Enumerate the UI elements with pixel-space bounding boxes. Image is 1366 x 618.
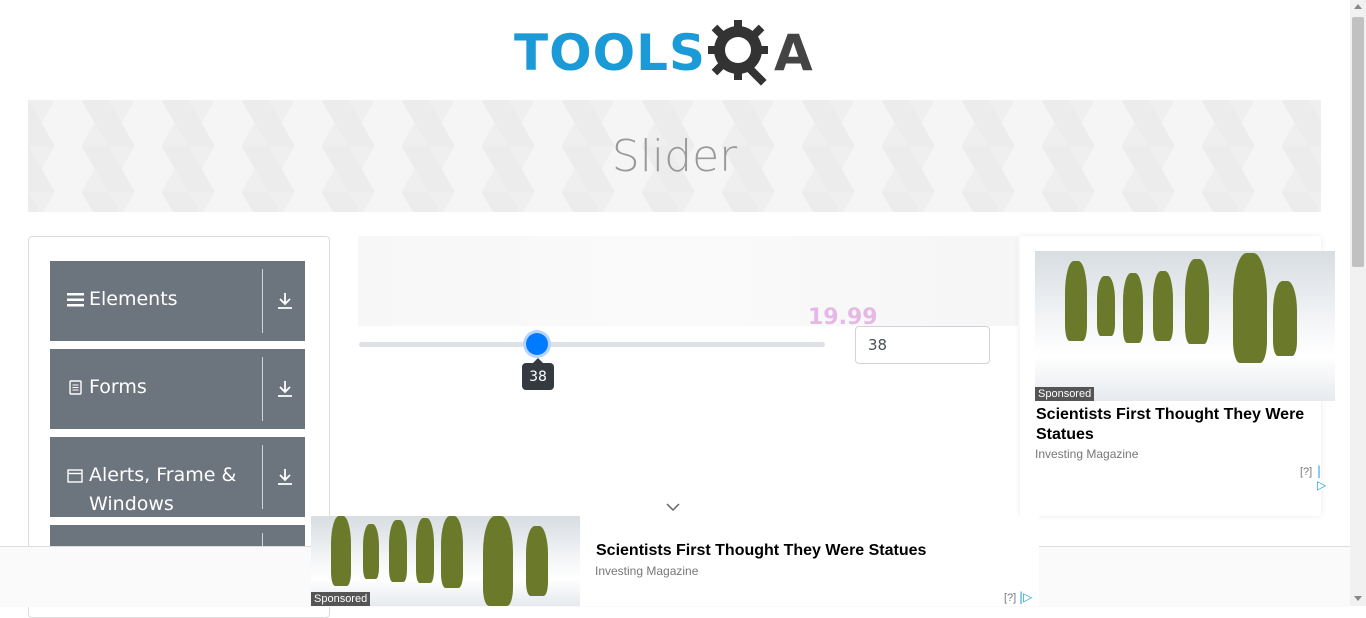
document-icon <box>66 373 84 402</box>
chevron-down-icon[interactable] <box>664 500 682 514</box>
ad-title[interactable]: Scientists First Thought They Were Statu… <box>596 542 926 560</box>
nav-group-label: Elements <box>89 288 178 310</box>
adchoices-icon[interactable]: |▷ <box>1317 464 1326 492</box>
slider-background <box>358 236 1018 326</box>
scrollbar-thumb[interactable] <box>1352 17 1364 267</box>
nav-group-label-line2: Windows <box>89 493 174 515</box>
gear-magnifier-icon <box>708 20 768 86</box>
ad-image[interactable]: Sponsored <box>1035 251 1335 401</box>
logo-suffix: A <box>774 24 813 82</box>
sidebar-ad[interactable]: Sponsored Scientists First Thought They … <box>1020 236 1335 516</box>
page-banner: Slider <box>28 100 1321 212</box>
adchoices-icon[interactable]: |▷ <box>1019 590 1032 604</box>
sponsored-badge: Sponsored <box>311 592 371 606</box>
nav-group-label: Alerts, Frame & Windows <box>89 461 305 519</box>
scroll-down-arrow-icon[interactable] <box>1354 596 1362 601</box>
divider <box>262 445 263 509</box>
ad-image[interactable]: Sponsored <box>311 516 580 606</box>
download-arrow-icon[interactable] <box>275 379 295 399</box>
scroll-up-arrow-icon[interactable] <box>1354 4 1362 9</box>
ad-info-link[interactable]: [?] <box>1300 466 1312 478</box>
slider-value-tooltip: 38 <box>522 358 554 390</box>
ad-source[interactable]: Investing Magazine <box>595 564 698 578</box>
ad-source[interactable]: Investing Magazine <box>1035 447 1138 461</box>
divider <box>262 357 263 421</box>
slider-thumb[interactable] <box>526 333 548 355</box>
ad-title[interactable]: Scientists First Thought They Were Statu… <box>1036 405 1316 445</box>
toolsqa-logo[interactable]: TOOLS A <box>514 14 840 92</box>
page-scrollbar[interactable] <box>1350 0 1366 606</box>
nav-group-alerts-frame-windows[interactable]: Alerts, Frame & Windows <box>50 437 305 517</box>
bottom-ad[interactable]: Sponsored Scientists First Thought They … <box>311 516 1039 606</box>
window-icon <box>66 461 84 490</box>
slider-track[interactable] <box>359 342 825 347</box>
divider <box>262 269 263 333</box>
tooltip-text: 38 <box>529 368 547 385</box>
sponsored-badge: Sponsored <box>1035 387 1095 401</box>
slider-value-input[interactable] <box>855 326 990 364</box>
ad-info-link[interactable]: [?] <box>1004 592 1016 604</box>
nav-group-label: Forms <box>89 376 147 398</box>
download-arrow-icon[interactable] <box>275 291 295 311</box>
page-title: Slider <box>611 130 738 182</box>
nav-group-forms[interactable]: Forms <box>50 349 305 429</box>
logo-text: TOOLS <box>514 24 706 82</box>
hamburger-icon <box>66 285 84 314</box>
nav-group-elements[interactable]: Elements <box>50 261 305 341</box>
nav-group-label-line1: Alerts, Frame & <box>89 464 237 486</box>
download-arrow-icon[interactable] <box>275 467 295 487</box>
